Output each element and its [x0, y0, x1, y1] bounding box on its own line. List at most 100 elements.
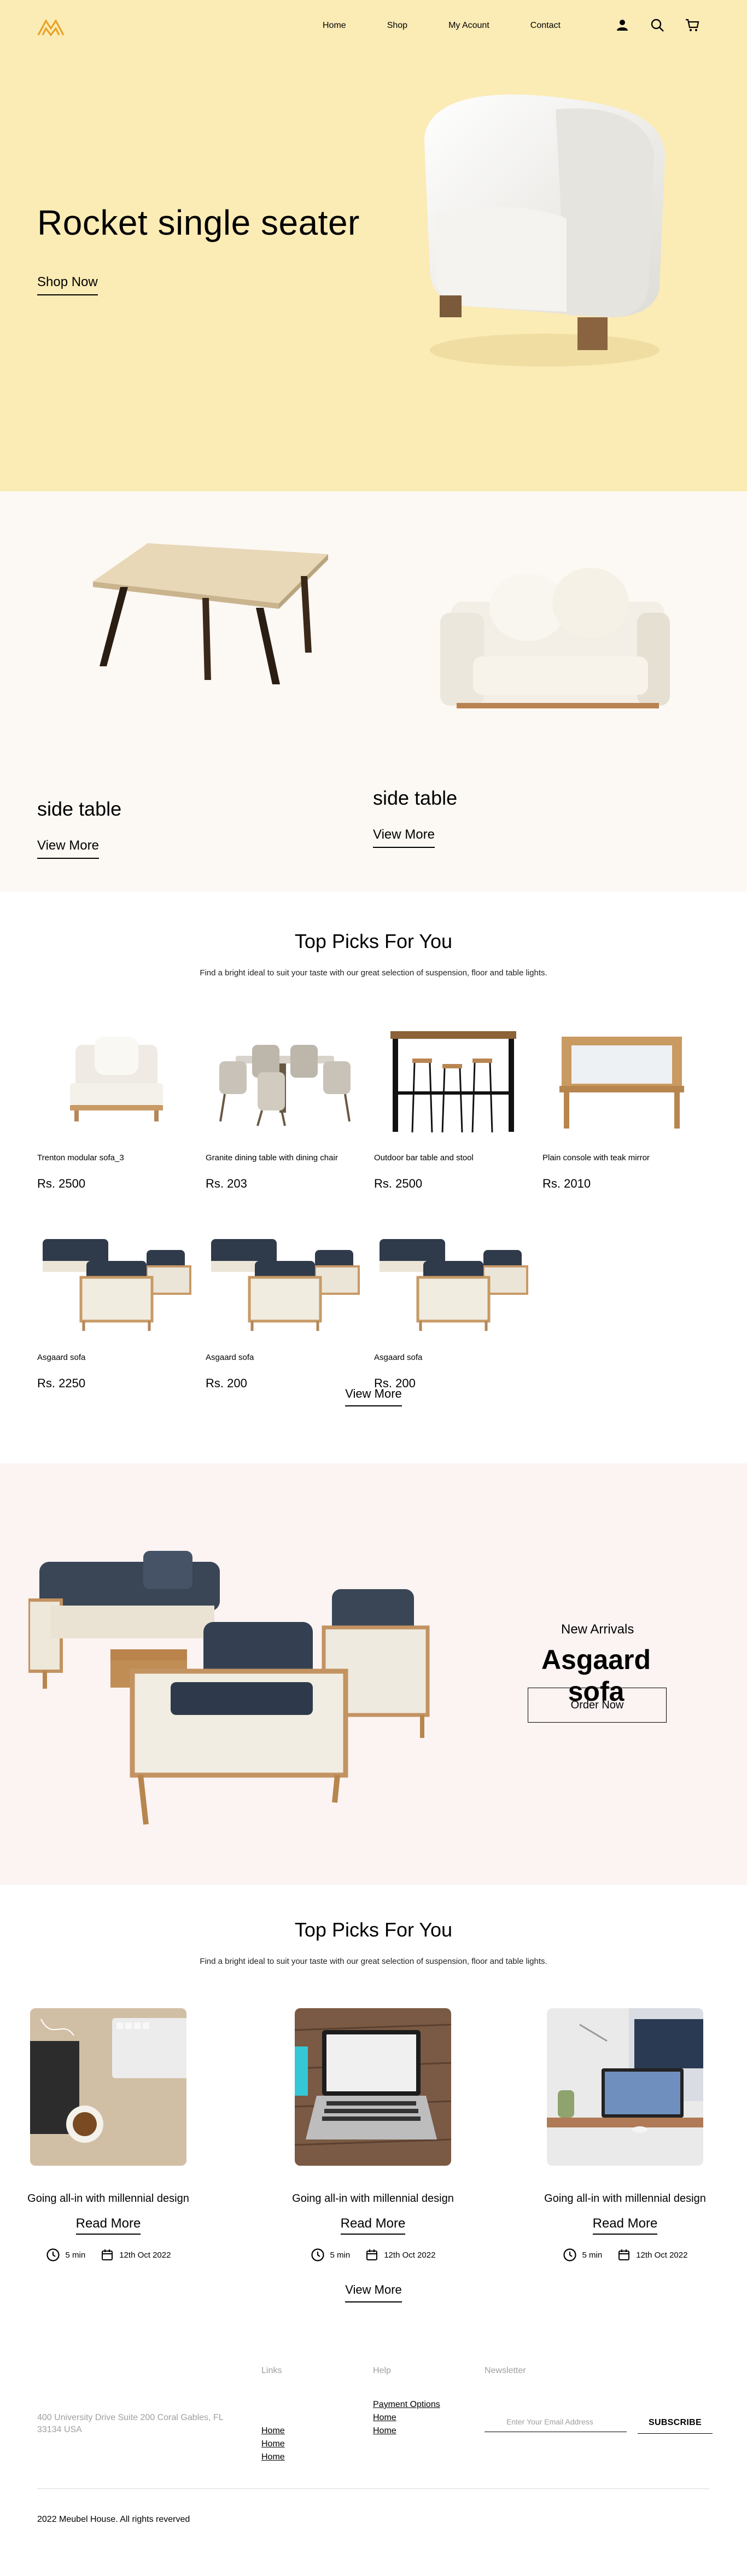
- blog-title: Going all-in with millennial design: [292, 2193, 454, 2205]
- product-name: Asgaard sofa: [374, 1353, 423, 1362]
- view-more-link[interactable]: View More: [37, 838, 99, 859]
- user-icon[interactable]: [615, 18, 630, 33]
- hero-section: Home Shop My Acount Contact Rocket singl…: [0, 0, 747, 491]
- view-more-wrap: View More: [0, 1387, 747, 1406]
- view-more-wrap: View More: [0, 2283, 747, 2302]
- clock-icon: [311, 2248, 324, 2261]
- hero-chair-image: [424, 94, 665, 367]
- copyright-text: 2022 Meubel House. All rights reverved: [37, 2515, 190, 2524]
- product-image: [206, 1017, 364, 1143]
- featured-item-1: side table View More: [37, 798, 121, 859]
- product-name: Asgaard sofa: [37, 1353, 86, 1362]
- top-picks-section: Top Picks For You Find a bright ideal to…: [0, 892, 747, 1463]
- product-card[interactable]: Outdoor bar table and stool Rs. 2500: [374, 1017, 533, 1191]
- read-time: 5 min: [582, 2250, 603, 2260]
- calendar-icon: [618, 2249, 630, 2260]
- product-image: [374, 1217, 533, 1343]
- blog-meta: 5 min 12th Oct 2022: [18, 2248, 199, 2262]
- product-card[interactable]: Trenton modular sofa_3 Rs. 2500: [37, 1017, 196, 1191]
- footer-help-link[interactable]: Home: [373, 2426, 396, 2436]
- product-name: Granite dining table with dining chair: [206, 1153, 338, 1162]
- footer-newsletter-title: Newsletter: [485, 2366, 526, 2375]
- cart-icon[interactable]: [685, 18, 700, 33]
- logo-icon[interactable]: [37, 19, 65, 36]
- nav-account[interactable]: My Acount: [448, 21, 489, 31]
- blog-card[interactable]: Going all-in with millennial design Read…: [535, 2008, 715, 2262]
- order-now-button[interactable]: Order Now: [528, 1688, 667, 1723]
- view-more-link[interactable]: View More: [373, 827, 435, 848]
- section-subtitle: Find a bright ideal to suit your taste w…: [200, 968, 547, 978]
- product-card[interactable]: Asgaard sofa Rs. 200: [374, 1217, 533, 1391]
- product-price: Rs. 203: [206, 1177, 247, 1190]
- featured-item-2: side table View More: [373, 787, 457, 848]
- featured-name: side table: [37, 798, 122, 820]
- asgaard-sofa-image: [28, 1551, 430, 1825]
- blog-meta: 5 min 12th Oct 2022: [535, 2248, 715, 2262]
- main-nav: Home Shop My Acount Contact: [323, 21, 602, 31]
- footer-divider: [37, 2488, 710, 2489]
- clock-icon: [46, 2248, 60, 2261]
- footer-help-title: Help: [373, 2366, 391, 2375]
- product-name: Asgaard sofa: [206, 1353, 254, 1362]
- product-price: Rs. 2500: [374, 1177, 423, 1190]
- footer-links-title: Links: [261, 2366, 282, 2375]
- featured-name: side table: [373, 787, 458, 809]
- product-image: [206, 1217, 364, 1343]
- nav-icons: [615, 18, 700, 33]
- blog-meta: 5 min 12th Oct 2022: [283, 2248, 463, 2262]
- product-image: [542, 1017, 701, 1143]
- product-price: Rs. 2500: [37, 1177, 86, 1190]
- product-card[interactable]: Asgaard sofa Rs. 200: [206, 1217, 364, 1391]
- product-image: [374, 1017, 533, 1143]
- product-name: Outdoor bar table and stool: [374, 1153, 474, 1162]
- product-name: Trenton modular sofa_3: [37, 1153, 124, 1162]
- blog-title: Going all-in with millennial design: [27, 2193, 189, 2205]
- product-card[interactable]: Granite dining table with dining chair R…: [206, 1017, 364, 1191]
- search-icon[interactable]: [650, 18, 665, 33]
- footer-help-link[interactable]: Payment Options: [373, 2400, 440, 2410]
- product-card[interactable]: Asgaard sofa Rs. 2250: [37, 1217, 196, 1391]
- blog-image: [25, 2008, 189, 2166]
- product-price: Rs. 2010: [542, 1177, 591, 1190]
- new-arrivals-label: New Arrivals: [561, 1622, 634, 1637]
- blog-image: [294, 2008, 452, 2166]
- read-more-link[interactable]: Read More: [340, 2216, 406, 2235]
- nav-home[interactable]: Home: [323, 21, 346, 31]
- calendar-icon: [102, 2249, 113, 2260]
- post-date: 12th Oct 2022: [119, 2250, 171, 2260]
- header: Home Shop My Acount Contact: [0, 0, 747, 55]
- clock-icon: [563, 2248, 576, 2261]
- product-image: [37, 1217, 196, 1343]
- newsletter-email-input[interactable]: [485, 2415, 627, 2432]
- product-image: [37, 1017, 196, 1143]
- featured-section: side table View More side table View Mor…: [0, 491, 747, 892]
- subscribe-button[interactable]: SUBSCRIBE: [638, 2416, 713, 2434]
- read-time: 5 min: [65, 2250, 86, 2260]
- post-date: 12th Oct 2022: [384, 2250, 436, 2260]
- read-more-link[interactable]: Read More: [592, 2216, 658, 2235]
- blog-section: Top Picks For You Find a bright ideal to…: [0, 1885, 747, 2322]
- footer-address: 400 University Drive Suite 200 Coral Gab…: [37, 2413, 223, 2434]
- footer-link[interactable]: Home: [261, 2439, 285, 2449]
- footer: 400 University Drive Suite 200 Coral Gab…: [0, 2322, 747, 2576]
- blog-card[interactable]: Going all-in with millennial design Read…: [18, 2008, 199, 2262]
- blog-card[interactable]: Going all-in with millennial design Read…: [283, 2008, 463, 2262]
- product-card[interactable]: Plain console with teak mirror Rs. 2010: [542, 1017, 701, 1191]
- footer-link[interactable]: Home: [261, 2452, 285, 2462]
- view-more-link[interactable]: View More: [345, 2283, 402, 2302]
- blog-title: Going all-in with millennial design: [544, 2193, 706, 2205]
- read-more-link[interactable]: Read More: [75, 2216, 141, 2235]
- read-time: 5 min: [330, 2250, 351, 2260]
- footer-link[interactable]: Home: [261, 2426, 285, 2436]
- hero-title: Rocket single seater: [37, 203, 360, 242]
- nav-shop[interactable]: Shop: [387, 21, 407, 31]
- shop-now-link[interactable]: Shop Now: [37, 275, 98, 295]
- footer-help-link[interactable]: Home: [373, 2413, 396, 2423]
- post-date: 12th Oct 2022: [636, 2250, 688, 2260]
- view-more-link[interactable]: View More: [345, 1387, 402, 1406]
- blog-image: [547, 2008, 703, 2166]
- nav-contact[interactable]: Contact: [530, 21, 561, 31]
- section-subtitle: Find a bright ideal to suit your taste w…: [200, 1957, 547, 1966]
- side-table-image: [93, 543, 328, 684]
- sofa-chair-image: [440, 568, 670, 708]
